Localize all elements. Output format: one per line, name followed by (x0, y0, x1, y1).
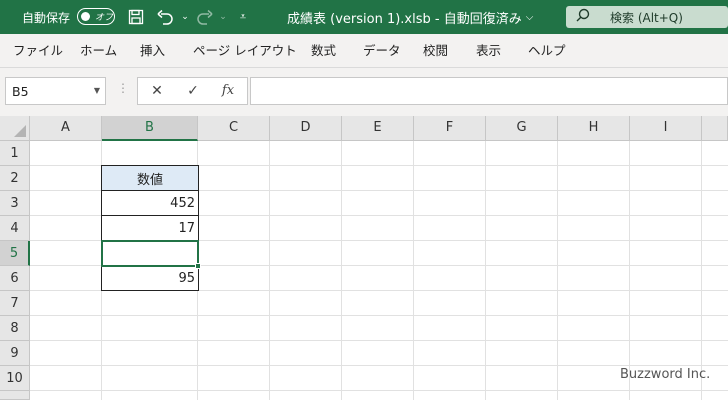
tab-data[interactable]: データ (363, 34, 401, 68)
tab-help[interactable]: ヘルプ (528, 34, 566, 68)
row-header-3[interactable]: 3 (0, 191, 30, 216)
cell-b2[interactable]: 数値 (101, 165, 199, 191)
gridline (30, 390, 728, 391)
gridline (701, 141, 702, 400)
gridline (485, 141, 486, 400)
gridline (30, 340, 728, 341)
customize-icon[interactable]: ⩡ (233, 0, 253, 34)
fill-handle[interactable] (195, 263, 201, 269)
cancel-icon[interactable]: ✕ (145, 78, 169, 104)
column-header-d[interactable]: D (270, 116, 342, 141)
formula-bar-grip-icon[interactable]: ⋮ (117, 81, 129, 95)
gridline (629, 141, 630, 400)
tab-home[interactable]: ホーム (80, 34, 117, 68)
tab-insert[interactable]: 挿入 (140, 34, 165, 68)
tab-page-layout[interactable]: ページ レイアウト (193, 34, 297, 68)
tab-formulas[interactable]: 数式 (311, 34, 336, 68)
row-header-9[interactable]: 9 (0, 341, 30, 366)
tab-view[interactable]: 表示 (476, 34, 501, 68)
row-header-6[interactable]: 6 (0, 266, 30, 291)
cell-b3[interactable]: 452 (101, 190, 199, 216)
formula-bar: B5 ▼ ⋮ ✕ ✓ fx (0, 68, 728, 116)
active-cell-border (101, 240, 199, 267)
gridline (413, 141, 414, 400)
autosave-label: 自動保存 (22, 10, 71, 25)
document-title-text: 成績表 (version 1).xlsb - 自動回復済み (287, 11, 522, 27)
worksheet-grid[interactable]: A B C D E F G H I 1 2 3 4 5 6 7 8 9 10 数… (0, 116, 728, 400)
gridline (341, 141, 342, 400)
watermark: Buzzword Inc. (620, 367, 711, 382)
column-header-g[interactable]: G (486, 116, 558, 141)
name-box[interactable]: B5 ▼ (5, 77, 106, 105)
gridline (30, 365, 728, 366)
column-header-j[interactable] (702, 116, 728, 141)
tab-review[interactable]: 校閲 (423, 34, 448, 68)
column-header-f[interactable]: F (414, 116, 486, 141)
row-header-10[interactable]: 10 (0, 366, 30, 391)
column-header-b[interactable]: B (102, 116, 198, 141)
document-title[interactable]: 成績表 (version 1).xlsb - 自動回復済み ⌵ (287, 0, 533, 34)
search-box[interactable]: 検索 (Alt+Q) (566, 6, 728, 28)
redo-dropdown-icon[interactable]: ⌄ (213, 0, 233, 34)
row-header-4[interactable]: 4 (0, 216, 30, 241)
autosave-state: オフ (95, 13, 114, 23)
cell-b4[interactable]: 17 (101, 215, 199, 241)
column-header-h[interactable]: H (558, 116, 630, 141)
ribbon-tabs: ファイル ホーム 挿入 ページ レイアウト 数式 データ 校閲 表示 ヘルプ (0, 34, 728, 68)
tab-file[interactable]: ファイル (13, 34, 63, 68)
row-header-2[interactable]: 2 (0, 166, 30, 191)
name-box-value: B5 (12, 83, 29, 99)
row-header-5[interactable]: 5 (0, 241, 30, 266)
column-header-c[interactable]: C (198, 116, 270, 141)
cell-b6[interactable]: 95 (101, 265, 199, 291)
select-all-corner[interactable] (0, 116, 30, 141)
save-icon[interactable] (126, 0, 146, 34)
select-all-icon (14, 125, 26, 137)
redo-icon[interactable] (195, 0, 215, 34)
formula-input[interactable] (250, 77, 728, 105)
chevron-down-icon: ⌵ (525, 11, 534, 23)
gridline (557, 141, 558, 400)
row-header-7[interactable]: 7 (0, 291, 30, 316)
autosave-toggle[interactable]: オフ (77, 8, 115, 25)
insert-function-icon[interactable]: fx (216, 78, 240, 104)
undo-dropdown-icon[interactable]: ⌄ (175, 0, 195, 34)
column-header-i[interactable]: I (630, 116, 702, 141)
row-header-8[interactable]: 8 (0, 316, 30, 341)
enter-icon[interactable]: ✓ (181, 78, 205, 104)
name-box-dropdown-icon[interactable]: ▼ (94, 86, 100, 95)
row-header-1[interactable]: 1 (0, 141, 30, 166)
undo-icon[interactable] (155, 0, 175, 34)
formula-buttons: ✕ ✓ fx (137, 77, 248, 105)
toggle-knob (81, 12, 90, 21)
row-header-11[interactable] (0, 391, 30, 400)
search-icon (576, 8, 598, 26)
gridline (269, 141, 270, 400)
search-placeholder: 検索 (Alt+Q) (610, 10, 683, 25)
gridline (30, 315, 728, 316)
title-bar: 自動保存 オフ ⌄ ⌄ ⩡ 成績表 (version 1).xlsb - 自動回… (0, 0, 728, 34)
column-header-a[interactable]: A (30, 116, 102, 141)
column-header-e[interactable]: E (342, 116, 414, 141)
